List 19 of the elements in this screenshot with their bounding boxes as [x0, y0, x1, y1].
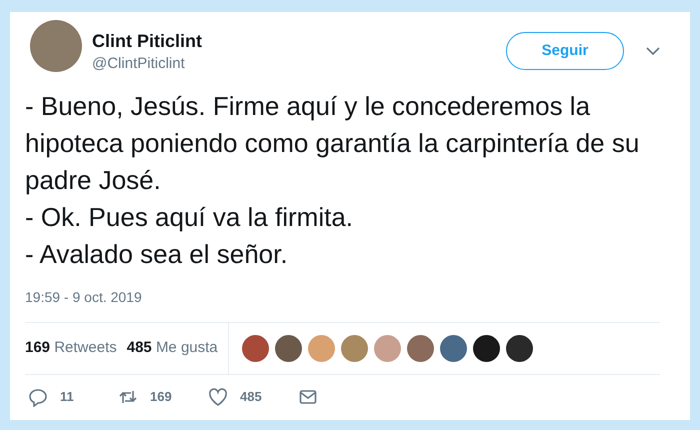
- avatar[interactable]: [30, 20, 82, 72]
- tweet-text-line: - Avalado sea el señor.: [25, 238, 289, 271]
- tweet-text-line: - Ok. Pues aquí va la firmita.: [25, 201, 354, 234]
- liker-avatar[interactable]: [472, 335, 500, 362]
- chevron-down-icon[interactable]: [646, 47, 660, 56]
- reply-icon[interactable]: [28, 387, 48, 407]
- tweet-text-line: - Bueno, Jesús. Firme aquí y le concederemos la hipoteca poniendo como garantía la carpintería de su padre José.: [25, 90, 640, 197]
- heart-icon[interactable]: [208, 387, 228, 407]
- envelope-icon[interactable]: [298, 387, 318, 407]
- action-count: 169: [150, 388, 172, 406]
- liker-avatar[interactable]: [274, 335, 302, 362]
- stat-link[interactable]: 169 Retweets: [25, 337, 117, 360]
- author-handle[interactable]: @ClintPiticlint: [92, 54, 202, 74]
- action-count: 11: [60, 388, 74, 406]
- author-name[interactable]: Clint Piticlint: [92, 30, 202, 52]
- action-count: 485: [240, 388, 262, 406]
- timestamp[interactable]: 19:59 - 9 oct. 2019: [25, 287, 142, 308]
- liker-avatar[interactable]: [506, 335, 533, 362]
- stat-link[interactable]: 485 Me gusta: [126, 337, 218, 360]
